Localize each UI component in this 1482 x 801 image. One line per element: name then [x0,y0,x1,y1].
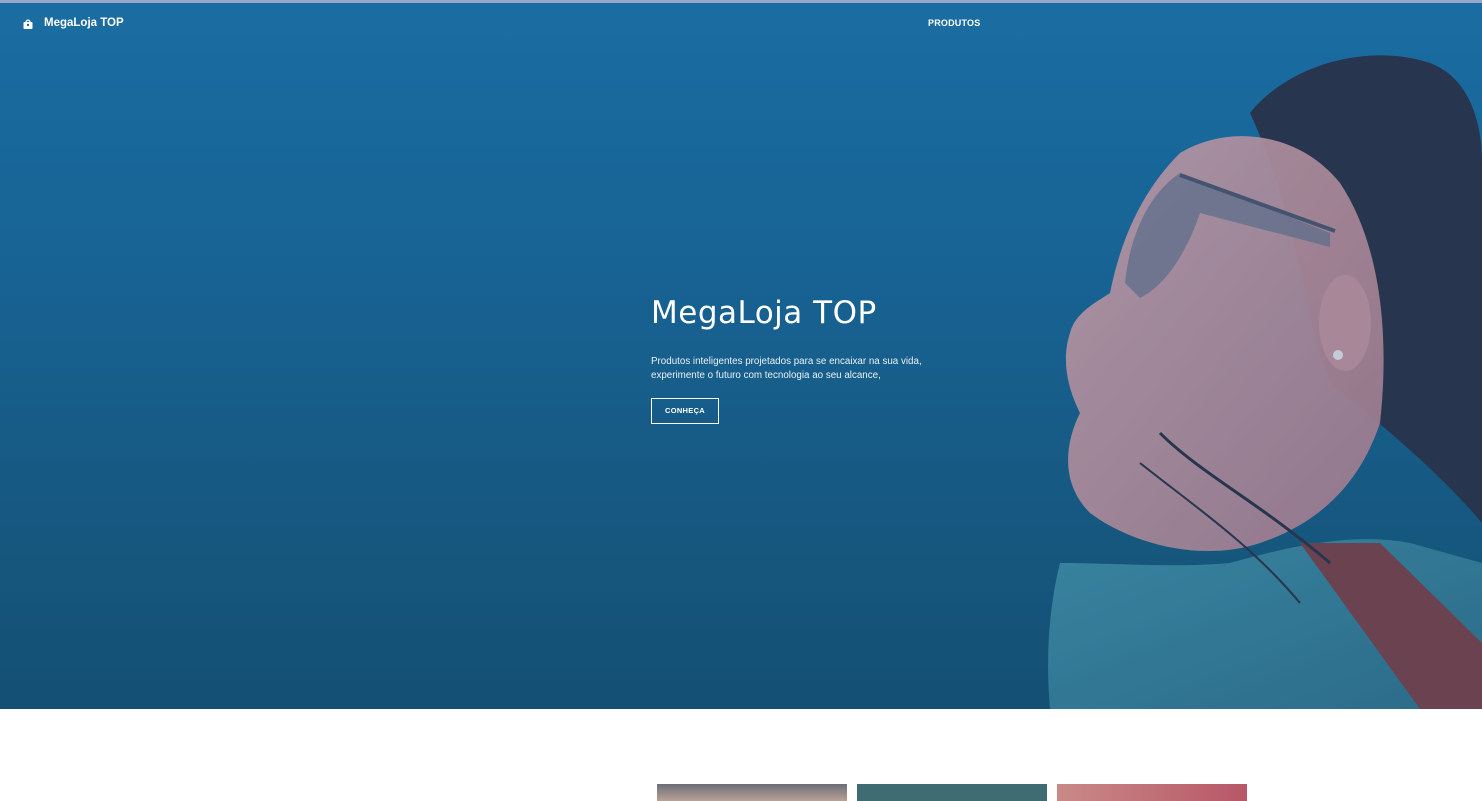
hero-description: Produtos inteligentes projetados para se… [651,356,922,381]
nav-link-produtos[interactable]: PRODUTOS [928,18,980,28]
brand-link[interactable]: MegaLoja TOP [22,17,124,29]
products-section [0,709,1482,801]
product-card[interactable] [657,784,847,801]
shopping-bag-icon [22,17,34,29]
conheca-button[interactable]: CONHEÇA [651,398,719,424]
hero-content: MegaLoja TOP Produtos inteligentes proje… [651,295,951,424]
hero-title: MegaLoja TOP [651,295,877,331]
navbar: MegaLoja TOP PRODUTOS [0,3,1482,43]
brand-label: MegaLoja TOP [44,17,124,29]
product-card[interactable] [1057,784,1247,801]
product-card[interactable] [857,784,1047,801]
hero-section: MegaLoja TOP Produtos inteligentes proje… [0,3,1482,709]
